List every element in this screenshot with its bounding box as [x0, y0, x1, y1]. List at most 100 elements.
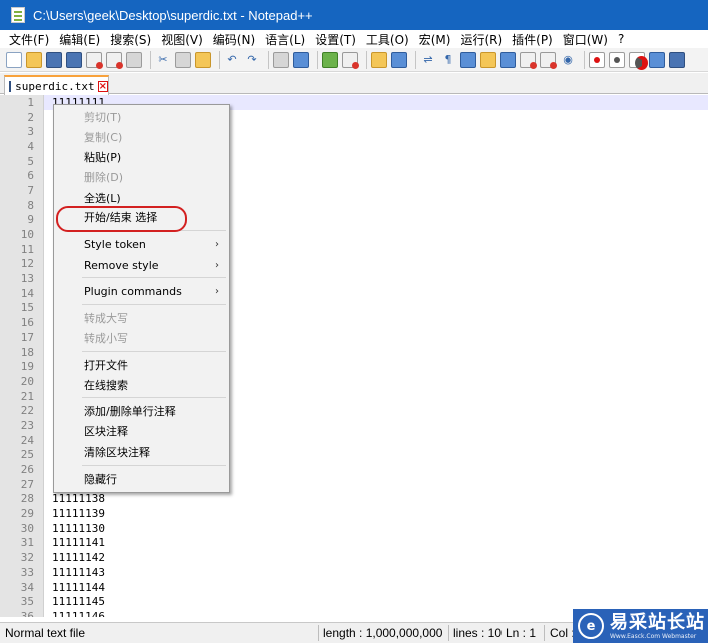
- editor-line[interactable]: 29 11111139: [0, 506, 708, 521]
- editor-line[interactable]: 28 11111138: [0, 492, 708, 507]
- watermark-logo-icon: e: [578, 613, 604, 639]
- editor-line[interactable]: 35 11111145: [0, 594, 708, 609]
- record-macro-icon[interactable]: [589, 51, 605, 68]
- line-content[interactable]: 11111144: [52, 581, 105, 594]
- context-menu-item-label: 在线搜索: [84, 379, 128, 392]
- editor-line[interactable]: 34 11111144: [0, 580, 708, 595]
- find-icon[interactable]: [273, 51, 289, 68]
- context-menu-item[interactable]: Remove style: [84, 257, 159, 275]
- line-number: 19: [20, 360, 34, 374]
- editor-line[interactable]: 32 11111142: [0, 550, 708, 565]
- context-menu-item[interactable]: 区块注释: [84, 423, 128, 441]
- editor-line[interactable]: 30 11111130: [0, 521, 708, 536]
- context-menu-item[interactable]: Plugin commands: [84, 283, 182, 301]
- line-number: 36: [20, 609, 34, 617]
- menu-tools[interactable]: 工具(O): [361, 31, 414, 48]
- menu-encoding[interactable]: 编码(N): [208, 31, 260, 48]
- context-menu-item[interactable]: 转成小写: [84, 330, 128, 348]
- doc-map-icon[interactable]: [480, 51, 496, 68]
- run-macro-multiple-icon[interactable]: [649, 51, 665, 68]
- paste-icon[interactable]: [195, 51, 211, 68]
- open-icon[interactable]: [26, 51, 42, 68]
- toolbar-separator: [219, 50, 220, 69]
- save-macro-icon[interactable]: [669, 51, 685, 68]
- notepad-app-icon[interactable]: [11, 7, 25, 23]
- monitor-icon[interactable]: ◉: [560, 52, 576, 68]
- menu-separator: [82, 277, 226, 278]
- context-menu-item[interactable]: 添加/删除单行注释: [84, 403, 176, 421]
- redo-icon[interactable]: ↷: [244, 52, 260, 68]
- play-macro-icon[interactable]: [629, 51, 648, 70]
- line-content[interactable]: 11111130: [52, 522, 105, 535]
- save-icon[interactable]: [46, 51, 62, 68]
- line-content[interactable]: 11111146: [52, 610, 105, 617]
- tab-superdic[interactable]: superdic.txt ×: [4, 75, 109, 95]
- stop-macro-icon[interactable]: [609, 51, 625, 68]
- menu-edit[interactable]: 编辑(E): [54, 31, 105, 48]
- line-content[interactable]: 11111143: [52, 566, 105, 579]
- menu-help[interactable]: ?: [613, 32, 629, 46]
- menu-file[interactable]: 文件(F): [4, 31, 54, 48]
- context-menu-item[interactable]: 打开文件: [84, 357, 128, 375]
- tab-close-icon[interactable]: ×: [97, 80, 108, 92]
- undo-icon[interactable]: ↶: [224, 52, 240, 68]
- line-number: 35: [20, 595, 34, 609]
- toolbar-separator: [268, 50, 269, 69]
- menu-macro[interactable]: 宏(M): [414, 31, 456, 48]
- function-list-icon[interactable]: [500, 51, 516, 68]
- context-menu-item[interactable]: 粘贴(P): [84, 149, 121, 167]
- show-all-chars-icon[interactable]: ¶: [440, 52, 456, 68]
- line-content[interactable]: 11111145: [52, 595, 105, 608]
- context-menu-item[interactable]: 在线搜索: [84, 377, 128, 395]
- context-menu-item[interactable]: 复制(C): [84, 129, 122, 147]
- context-menu-item[interactable]: 删除(D): [84, 169, 123, 187]
- save-all-icon[interactable]: [66, 51, 82, 68]
- context-menu-item-label: 隐藏行: [84, 473, 117, 486]
- replace-icon[interactable]: [293, 51, 309, 68]
- editor-line[interactable]: 33 11111143: [0, 565, 708, 580]
- menu-plugins[interactable]: 插件(P): [507, 31, 558, 48]
- title-bar[interactable]: C:\Users\geek\Desktop\superdic.txt - Not…: [0, 0, 708, 30]
- menu-separator: [82, 397, 226, 398]
- line-content[interactable]: 11111141: [52, 536, 105, 549]
- menu-language[interactable]: 语言(L): [260, 31, 310, 48]
- menu-settings[interactable]: 设置(T): [310, 31, 361, 48]
- context-menu-item[interactable]: 剪切(T): [84, 109, 121, 127]
- menu-separator: [82, 465, 226, 466]
- menu-run[interactable]: 运行(R): [455, 31, 507, 48]
- context-menu-item[interactable]: Style token: [84, 236, 146, 254]
- line-number: 32: [20, 551, 34, 565]
- sync-h-icon[interactable]: [391, 51, 407, 68]
- close-icon[interactable]: [86, 51, 103, 69]
- status-file-type: Normal text file: [5, 626, 86, 640]
- menu-search[interactable]: 搜索(S): [105, 31, 156, 48]
- folder-workspace-icon[interactable]: [520, 51, 537, 69]
- sync-v-icon[interactable]: [371, 51, 387, 68]
- wrap-icon[interactable]: ⇌: [420, 52, 436, 68]
- editor-line[interactable]: 31 11111141: [0, 536, 708, 551]
- menu-view[interactable]: 视图(V): [156, 31, 208, 48]
- context-menu-item-label: 全选(L): [84, 192, 121, 205]
- line-content[interactable]: 11111138: [52, 492, 105, 505]
- line-content[interactable]: 11111139: [52, 507, 105, 520]
- line-number: 9: [27, 213, 34, 227]
- context-menu-item[interactable]: 转成大写: [84, 310, 128, 328]
- copy-icon[interactable]: [175, 51, 191, 68]
- zoom-out-icon[interactable]: [342, 51, 359, 69]
- cut-icon[interactable]: ✂: [155, 52, 171, 68]
- context-menu-item[interactable]: 隐藏行: [84, 471, 117, 489]
- menu-window[interactable]: 窗口(W): [558, 31, 613, 48]
- context-menu-item-label: 清除区块注释: [84, 446, 150, 459]
- menu-separator: [82, 351, 226, 352]
- line-number: 3: [27, 125, 34, 139]
- line-content[interactable]: 11111142: [52, 551, 105, 564]
- context-menu-item-label: Style token: [84, 238, 146, 251]
- context-menu-item[interactable]: 清除区块注释: [84, 444, 150, 462]
- line-number: 10: [20, 228, 34, 242]
- zoom-in-icon[interactable]: [322, 51, 338, 68]
- new-file-icon[interactable]: [6, 51, 22, 68]
- print-icon[interactable]: [126, 51, 142, 68]
- indent-guide-icon[interactable]: [460, 51, 476, 68]
- folder-icon[interactable]: [540, 51, 557, 69]
- close-all-icon[interactable]: [106, 51, 123, 69]
